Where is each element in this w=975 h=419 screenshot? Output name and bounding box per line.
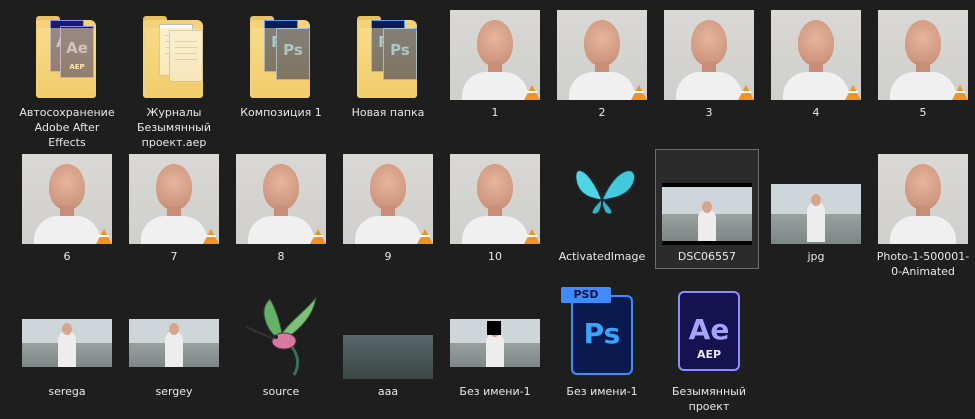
file-label: serega — [48, 385, 86, 398]
landscape-image-thumbnail — [450, 289, 540, 379]
portrait-video-thumbnail — [129, 154, 219, 244]
portrait-video-thumbnail — [557, 10, 647, 100]
video-file-7[interactable]: 7 — [123, 150, 225, 264]
file-label: 10 — [488, 250, 502, 263]
portrait-video-thumbnail — [664, 10, 754, 100]
video-file-8[interactable]: 8 — [230, 150, 332, 264]
video-file-3[interactable]: 3 — [658, 6, 760, 120]
portrait-video-thumbnail — [450, 10, 540, 100]
file-label: 1 — [491, 106, 499, 119]
file-label: jpg — [807, 250, 825, 263]
image-activated[interactable]: ActivatedImage — [551, 150, 653, 264]
hummingbird-image-thumbnail — [236, 289, 326, 379]
aep-untitled-project[interactable]: Ae AEP Безымянный проект — [658, 285, 760, 414]
image-dsc06557[interactable]: DSC06557 — [655, 149, 759, 269]
video-file-5[interactable]: 5 — [872, 6, 974, 120]
folder-logs[interactable]: Журналы Безымянный проект.aep — [123, 6, 225, 150]
vlc-cone-icon — [738, 85, 754, 100]
file-label: Без имени-1 — [459, 385, 531, 398]
image-sergey[interactable]: sergey — [123, 285, 225, 399]
folder-new[interactable]: Ps Ps Новая папка — [337, 6, 439, 120]
file-label: DSC06557 — [677, 250, 737, 263]
folder-composition[interactable]: Ps Ps Композиция 1 — [230, 6, 332, 120]
file-label: Безымянный проект — [672, 385, 746, 413]
image-photo-animated[interactable]: Photo-1-500001-0-Animated — [872, 150, 974, 279]
image-serega[interactable]: serega — [16, 285, 118, 399]
file-label: 6 — [63, 250, 71, 263]
file-label: Photo-1-500001-0-Animated — [876, 250, 970, 278]
video-file-10[interactable]: 10 — [444, 150, 546, 264]
image-source[interactable]: source — [230, 285, 332, 399]
portrait-video-thumbnail — [878, 10, 968, 100]
landscape-image-thumbnail — [22, 289, 112, 379]
butterfly-image-thumbnail — [557, 154, 647, 244]
file-label: Новая папка — [351, 106, 425, 119]
video-file-6[interactable]: 6 — [16, 150, 118, 264]
portrait-video-thumbnail — [236, 154, 326, 244]
file-label: 9 — [384, 250, 392, 263]
file-label: aaa — [377, 385, 399, 398]
file-label: 2 — [598, 106, 606, 119]
vlc-cone-icon — [524, 85, 540, 100]
vlc-cone-icon — [952, 85, 968, 100]
file-label: Автосохранение Adobe After Effects — [19, 106, 115, 149]
vlc-cone-icon — [417, 229, 433, 244]
portrait-video-thumbnail — [343, 154, 433, 244]
file-label: 8 — [277, 250, 285, 263]
image-jpg[interactable]: jpg — [765, 150, 867, 264]
folder-documents-icon — [129, 10, 219, 100]
vlc-cone-icon — [203, 229, 219, 244]
file-label: 3 — [705, 106, 713, 119]
file-label: 5 — [919, 106, 927, 119]
folder-ps-icon: Ps Ps — [343, 10, 433, 100]
video-file-4[interactable]: 4 — [765, 6, 867, 120]
vlc-cone-icon — [310, 229, 326, 244]
file-label: 4 — [812, 106, 820, 119]
landscape-image-thumbnail — [129, 289, 219, 379]
file-label: Журналы Безымянный проект.aep — [137, 106, 211, 149]
folder-ps-icon: Ps Ps — [236, 10, 326, 100]
landscape-image-thumbnail — [662, 154, 752, 245]
vlc-cone-icon — [96, 229, 112, 244]
landscape-image-thumbnail — [771, 154, 861, 244]
image-untitled-1[interactable]: Без имени-1 — [444, 285, 546, 399]
landscape-image-thumbnail — [343, 289, 433, 379]
folder-autosave[interactable]: AeAEP AeAEP Автосохранение Adobe After E… — [16, 6, 118, 150]
video-file-9[interactable]: 9 — [337, 150, 439, 264]
psd-file-icon: Ps PSD — [557, 287, 647, 379]
file-label: Без имени-1 — [566, 385, 638, 398]
portrait-video-thumbnail — [450, 154, 540, 244]
file-label: 7 — [170, 250, 178, 263]
vlc-cone-icon — [524, 229, 540, 244]
image-aaa[interactable]: aaa — [337, 285, 439, 399]
portrait-video-thumbnail — [771, 10, 861, 100]
vlc-cone-icon — [631, 85, 647, 100]
file-label: source — [262, 385, 300, 398]
folder-ae-icon: AeAEP AeAEP — [22, 10, 112, 100]
video-file-2[interactable]: 2 — [551, 6, 653, 120]
portrait-video-thumbnail — [22, 154, 112, 244]
file-label: sergey — [155, 385, 193, 398]
video-file-1[interactable]: 1 — [444, 6, 546, 120]
psd-untitled-1[interactable]: Ps PSD Без имени-1 — [551, 285, 653, 399]
aep-file-icon: Ae AEP — [664, 289, 754, 379]
portrait-image-thumbnail — [878, 154, 968, 244]
file-label: ActivatedImage — [558, 250, 646, 263]
file-label: Композиция 1 — [240, 106, 322, 119]
vlc-cone-icon — [845, 85, 861, 100]
